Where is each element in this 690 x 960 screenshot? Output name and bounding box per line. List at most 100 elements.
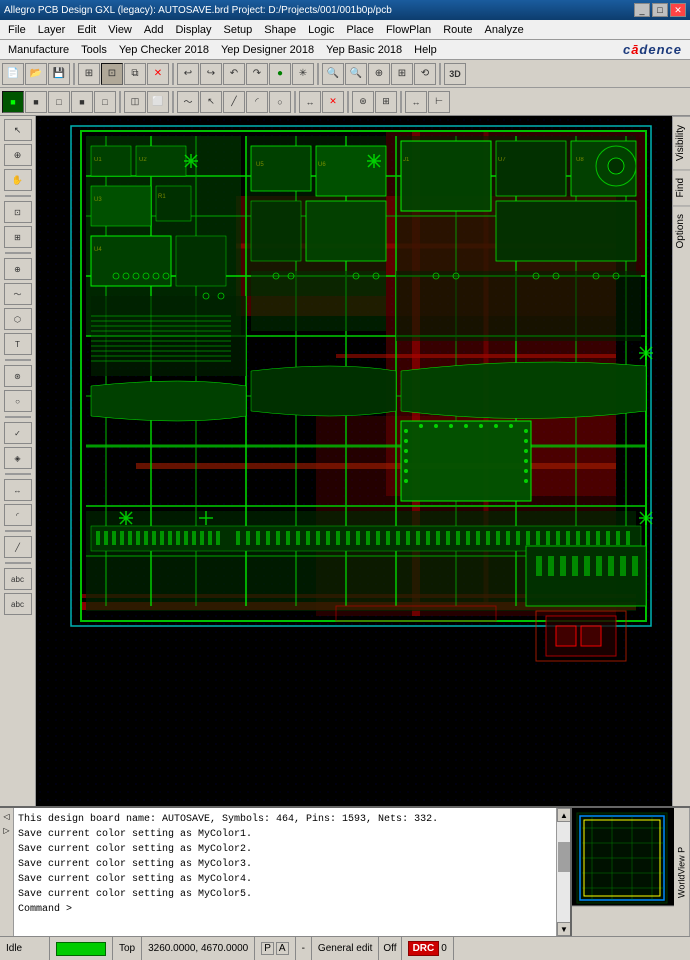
minimize-button[interactable]: _ [634,3,650,17]
console-collapse-button[interactable]: ◁ [0,810,13,824]
menu-logic[interactable]: Logic [302,22,340,38]
tb-ratsnest-button[interactable]: ✳ [292,63,314,85]
tb2-text-button[interactable]: ✕ [322,91,344,113]
tb2-dimension-button[interactable]: ↔ [299,91,321,113]
lt-grid-button[interactable]: ⊞ [4,226,32,248]
tb-redo-button[interactable]: ↪ [200,63,222,85]
lt-pan-button[interactable]: ✋ [4,169,32,191]
tb-zoom-in-button[interactable]: 🔍 [345,63,367,85]
menu-analyze[interactable]: Analyze [479,22,530,38]
tb-delete-button[interactable]: ✕ [147,63,169,85]
tb-undo2-button[interactable]: ↶ [223,63,245,85]
tb2-mode-button[interactable]: ⬜ [147,91,169,113]
lt-text-button[interactable]: T [4,333,32,355]
menu-place[interactable]: Place [340,22,380,38]
tb2-circle-button[interactable]: ○ [269,91,291,113]
tb2-ruler2-button[interactable]: ⊢ [428,91,450,113]
tb2-arc-button[interactable]: ◜ [246,91,268,113]
tb2-route-button[interactable]: 〜 [177,91,199,113]
tb-grid-button[interactable]: ⊞ [78,63,100,85]
svg-text:U6: U6 [318,162,326,168]
open-button[interactable]: 📂 [25,63,47,85]
scroll-down-button[interactable]: ▼ [557,922,571,936]
lt-zoom-button[interactable]: ⊕ [4,144,32,166]
tb2-ruler-button[interactable]: ↔ [405,91,427,113]
console-left-buttons: ◁ ▷ [0,808,14,936]
menu-shape[interactable]: Shape [258,22,302,38]
lt-measure-button[interactable]: ⊡ [4,201,32,223]
lt-via-button[interactable]: ○ [4,390,32,412]
tb2-layer5-button[interactable]: □ [94,91,116,113]
menu-edit[interactable]: Edit [71,22,102,38]
tb2-connect-button[interactable]: ⊞ [375,91,397,113]
scroll-up-button[interactable]: ▲ [557,808,571,822]
tb-zoom-fit-button[interactable]: ⊕ [368,63,390,85]
console-scrollbar[interactable]: ▲ ▼ [556,808,570,936]
new-button[interactable]: 📄 [2,63,24,85]
lt-select-button[interactable]: ↖ [4,119,32,141]
tb-copy-button[interactable]: ⧉ [124,63,146,85]
menu-route[interactable]: Route [437,22,478,38]
status-indicator [50,937,113,960]
find-tab[interactable]: Find [673,169,690,205]
lt-abc2-button[interactable]: abc [4,593,32,615]
maximize-button[interactable]: □ [652,3,668,17]
svg-text:U3: U3 [94,197,102,203]
menu-yep-checker[interactable]: Yep Checker 2018 [113,42,215,58]
status-coords: 3260.0000, 4670.0000 [142,937,255,960]
tb-redo2-button[interactable]: ↷ [246,63,268,85]
lt-sep-7 [5,562,31,564]
lt-place-button[interactable]: ⊕ [4,258,32,280]
lt-shape-button[interactable]: ⬡ [4,308,32,330]
status-drc-badge: DRC 0 [402,937,454,960]
tb-zoom-out-button[interactable]: 🔍 [322,63,344,85]
menu-file[interactable]: File [2,22,32,38]
tb2-select-button[interactable]: ↖ [200,91,222,113]
console-expand-button[interactable]: ▷ [0,824,13,838]
scroll-track[interactable] [557,822,570,922]
menu-yep-basic[interactable]: Yep Basic 2018 [320,42,408,58]
save-button[interactable]: 💾 [48,63,70,85]
tb-snap-button[interactable]: ⊡ [101,63,123,85]
tb2-view-button[interactable]: ◫ [124,91,146,113]
tb2-line-button[interactable]: ╱ [223,91,245,113]
tb2-drc-button[interactable]: ⊛ [352,91,374,113]
main-area: ↖ ⊕ ✋ ⊡ ⊞ ⊕ 〜 ⬡ T ⊛ ○ ✓ ◈ ↔ ◜ ╱ abc abc [0,116,690,806]
menu-setup[interactable]: Setup [218,22,259,38]
close-button[interactable]: ✕ [670,3,686,17]
status-mode: General edit [312,937,379,960]
status-green-indicator [56,942,106,956]
menu-layer[interactable]: Layer [32,22,72,38]
lt-net-button[interactable]: ⊛ [4,365,32,387]
drc-count: 0 [441,943,447,954]
tb-zoom-prev-button[interactable]: ⟲ [414,63,436,85]
tb-undo-button[interactable]: ↩ [177,63,199,85]
canvas-area[interactable]: U1 U2 U3 R1 U4 U5 U6 J1 U7 U8 [36,116,672,806]
lt-line-button[interactable]: ╱ [4,536,32,558]
lt-abc-button[interactable]: abc [4,568,32,590]
menu-display[interactable]: Display [169,22,217,38]
options-tab[interactable]: Options [673,205,690,256]
visibility-tab[interactable]: Visibility [673,116,690,169]
menu-manufacture[interactable]: Manufacture [2,42,75,58]
toolbar-sep-1 [73,63,75,85]
menu-help[interactable]: Help [408,42,443,58]
tb2-layer2-button[interactable]: ■ [25,91,47,113]
tb2-layer1-button[interactable]: ■ [2,91,24,113]
lt-dim-button[interactable]: ↔ [4,479,32,501]
lt-highlight-button[interactable]: ◈ [4,447,32,469]
tb2-layer4-button[interactable]: ■ [71,91,93,113]
toolbar2-sep-4 [347,91,349,113]
tb-3d-button[interactable]: 3D [444,63,466,85]
tb-net-button[interactable]: ● [269,63,291,85]
menu-flowplan[interactable]: FlowPlan [380,22,437,38]
tb-zoom-area-button[interactable]: ⊞ [391,63,413,85]
lt-route-button[interactable]: 〜 [4,283,32,305]
menu-add[interactable]: Add [138,22,170,38]
lt-arc-button[interactable]: ◜ [4,504,32,526]
menu-tools[interactable]: Tools [75,42,113,58]
tb2-layer3-button[interactable]: □ [48,91,70,113]
lt-check-button[interactable]: ✓ [4,422,32,444]
menu-view[interactable]: View [102,22,138,38]
menu-yep-designer[interactable]: Yep Designer 2018 [215,42,320,58]
